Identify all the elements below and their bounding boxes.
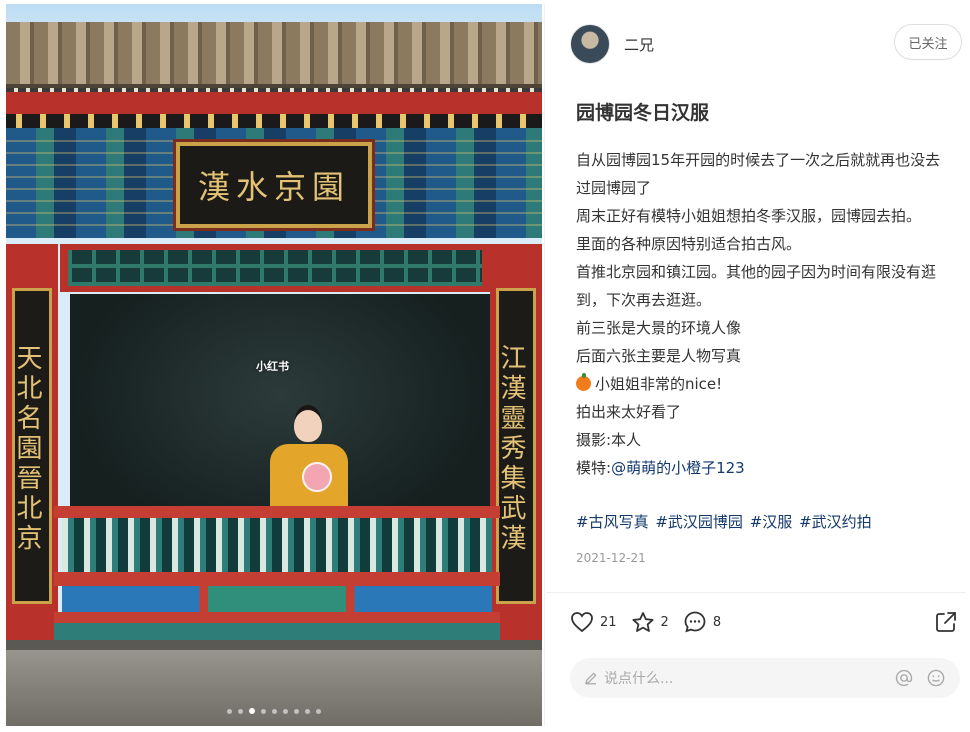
panel-divider [544, 4, 545, 726]
comment-placeholder: 说点什么... [604, 671, 674, 687]
note-line: 自从园博园15年开园的时候去了一次之后就就再也没去过园博园了 [576, 151, 941, 197]
balcony-rail-mid [54, 572, 500, 586]
carousel-dot[interactable] [316, 708, 321, 714]
model-credit: 模特:@萌萌的小橙子123 [576, 454, 952, 482]
engagement-bar: 21 2 8 [570, 610, 735, 634]
carousel-dot-active[interactable] [249, 708, 255, 714]
hashtag-list: #古风写真 #武汉园博园 #汉服 #武汉约拍 [576, 511, 874, 532]
collect-count: 2 [660, 614, 669, 630]
author-info[interactable]: 二兄 [570, 24, 654, 64]
star-icon [632, 611, 654, 632]
comment-input[interactable]: 说点什么... [570, 658, 960, 698]
carousel-dot[interactable] [272, 708, 277, 714]
xiaohongshu-watermark: 小红书 [256, 360, 289, 373]
note-image-carousel[interactable]: 漢水京園 天北名園晉北京 江漢靈秀集武漢 小红书 [6, 4, 542, 726]
carousel-dots [6, 708, 542, 714]
comment-count: 8 [712, 614, 722, 630]
note-line: 前三张是大景的环境人像 [576, 319, 742, 337]
hashtag-link[interactable]: #武汉约拍 [799, 513, 872, 531]
bracket-row [6, 114, 542, 128]
hashtag-link[interactable]: #武汉园博园 [655, 513, 743, 531]
note-line: 拍出来太好看了 [576, 403, 682, 421]
name-plaque: 漢水京園 [173, 139, 375, 231]
author-name[interactable]: 二兄 [624, 34, 654, 55]
follow-button[interactable]: 已关注 [894, 24, 962, 60]
like-count: 21 [600, 614, 617, 630]
lattice-window [60, 244, 490, 292]
left-couplet: 天北名園晉北京 [12, 288, 52, 604]
round-fan [302, 462, 332, 492]
hashtag-link[interactable]: #汉服 [750, 513, 793, 531]
avatar[interactable] [570, 24, 610, 64]
carousel-dot[interactable] [238, 708, 243, 714]
share-icon [936, 612, 956, 632]
note-line: 小姐姐非常的nice! [595, 375, 723, 393]
smiley-icon[interactable] [926, 668, 946, 688]
tiled-roof [6, 22, 542, 102]
carousel-dot[interactable] [283, 708, 288, 714]
model-label: 模特: [576, 459, 612, 477]
carousel-dot[interactable] [294, 708, 299, 714]
note-line: 后面六张主要是人物写真 [576, 347, 742, 365]
note-title: 园博园冬日汉服 [576, 102, 710, 124]
balcony-panels [62, 586, 492, 612]
balcony-lattice [62, 518, 492, 572]
share-button[interactable] [934, 610, 958, 638]
balcony-rail-bottom [54, 612, 500, 640]
note-line: 摄影:本人 [576, 431, 642, 449]
at-icon[interactable] [894, 668, 914, 688]
red-beam [6, 92, 542, 114]
tangerine-emoji-icon [576, 373, 591, 391]
note-line-with-emoji: 小姐姐非常的nice! [576, 370, 952, 398]
hashtag-link[interactable]: #古风写真 [576, 513, 649, 531]
carousel-dot[interactable] [305, 708, 310, 714]
note-body: 自从园博园15年开园的时候去了一次之后就就再也没去过园博园了 周末正好有模特小姐… [576, 146, 952, 482]
balcony-rail-top [54, 506, 500, 518]
note-line: 里面的各种原因特别适合拍古风。 [576, 235, 802, 253]
model-head [294, 410, 322, 442]
note-detail-panel: 二兄 已关注 园博园冬日汉服 自从园博园15年开园的时候去了一次之后就就再也没去… [546, 4, 966, 726]
post-date: 2021-12-21 [576, 551, 646, 565]
collect-button[interactable]: 2 [631, 611, 669, 634]
pencil-icon [585, 672, 597, 685]
carousel-dot[interactable] [261, 708, 266, 714]
chat-bubble-icon [684, 611, 706, 633]
note-line: 首推北京园和镇江园。其他的园子因为时间有限没有逛到，下次再去逛逛。 [576, 263, 937, 309]
like-button[interactable]: 21 [570, 611, 617, 633]
right-couplet: 江漢靈秀集武漢 [496, 288, 536, 604]
divider [546, 592, 966, 593]
comment-button[interactable]: 8 [683, 610, 721, 634]
note-line: 周末正好有模特小姐姐想拍冬季汉服，园博园去拍。 [576, 207, 922, 225]
user-mention-link[interactable]: @萌萌的小橙子123 [611, 459, 745, 477]
carousel-dot[interactable] [227, 708, 232, 714]
heart-icon [571, 612, 593, 633]
